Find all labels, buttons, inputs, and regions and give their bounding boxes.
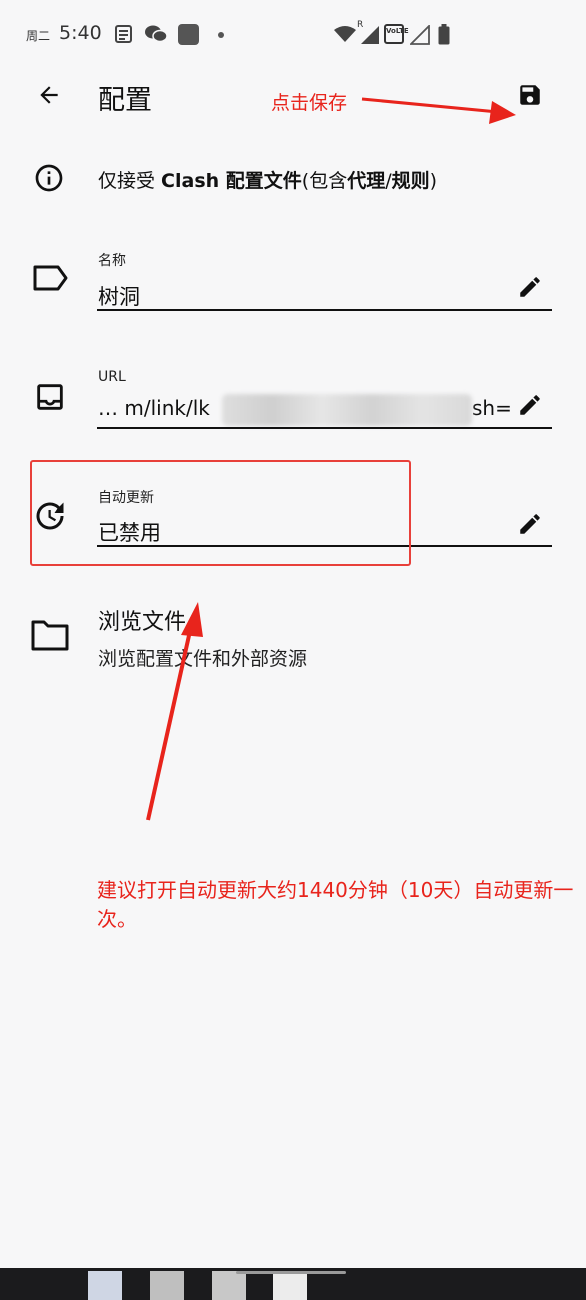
recent-app-thumb-4[interactable]	[273, 1271, 307, 1300]
recent-app-thumb-2[interactable]	[150, 1271, 184, 1300]
tip-arrow-head	[181, 602, 203, 637]
recent-app-thumb-3[interactable]	[212, 1271, 246, 1300]
recent-app-thumb-1[interactable]	[88, 1271, 122, 1300]
app-screen: 周二 5:40 R VoLTE 配置 仅接受 Clash 配置文件(包含代理/规…	[0, 0, 586, 1268]
annotation-arrows	[146, 97, 516, 821]
auto-update-tip-annotation: 建议打开自动更新大约1440分钟（10天）自动更新一次。	[97, 878, 574, 931]
tip-arrow-line	[146, 621, 194, 821]
save-arrow-head	[489, 101, 516, 124]
save-arrow-line	[361, 97, 499, 114]
gesture-nav-bar[interactable]	[236, 1271, 346, 1274]
